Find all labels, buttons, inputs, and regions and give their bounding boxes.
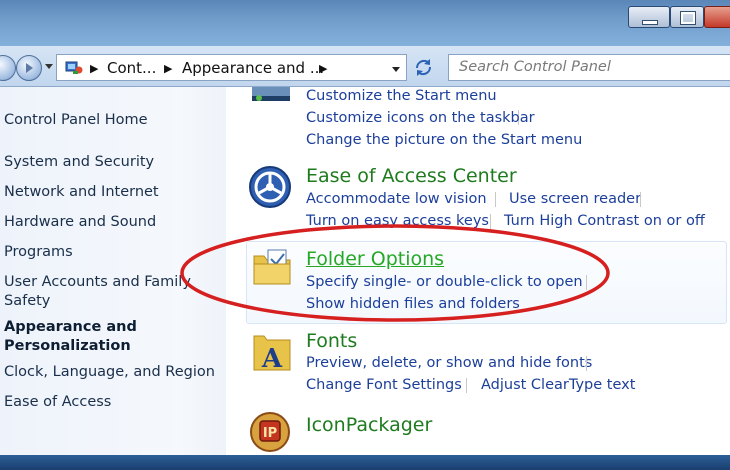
breadcrumb-separator[interactable]: ▶ bbox=[90, 62, 98, 75]
window-title-bar bbox=[0, 0, 730, 46]
link-use-screen-reader[interactable]: Use screen reader bbox=[509, 190, 641, 208]
sidebar-item-user-accounts[interactable]: User Accounts and Family Safety bbox=[4, 273, 191, 311]
minimize-button[interactable] bbox=[628, 6, 670, 28]
link-adjust-cleartype[interactable]: Adjust ClearType text bbox=[481, 376, 635, 394]
link-change-start-picture[interactable]: Change the picture on the Start menu bbox=[306, 131, 582, 149]
link-separator bbox=[490, 214, 491, 229]
sidebar-item-system-and-security[interactable]: System and Security bbox=[4, 153, 154, 172]
sidebar-item-control-panel-home[interactable]: Control Panel Home bbox=[4, 111, 148, 130]
section-title-ease-of-access[interactable]: Ease of Access Center bbox=[306, 165, 517, 187]
link-separator bbox=[586, 275, 587, 290]
breadcrumb[interactable]: ▶ Cont... ▶ Appearance and ... ▶ bbox=[56, 54, 407, 81]
link-separator bbox=[586, 356, 587, 371]
left-sidebar: Control Panel Home System and Security N… bbox=[0, 87, 226, 455]
svg-text:A: A bbox=[261, 344, 283, 374]
breadcrumb-item-appearance[interactable]: Appearance and ... bbox=[182, 59, 324, 77]
link-separator bbox=[640, 192, 641, 207]
breadcrumb-separator[interactable]: ▶ bbox=[319, 62, 327, 75]
link-customize-start-menu[interactable]: Customize the Start menu bbox=[306, 87, 497, 105]
sidebar-item-ease-of-access[interactable]: Ease of Access bbox=[4, 393, 111, 412]
sidebar-item-appearance-current: Appearance and Personalization bbox=[4, 318, 137, 356]
sidebar-item-hardware-and-sound[interactable]: Hardware and Sound bbox=[4, 213, 156, 232]
link-change-font-settings[interactable]: Change Font Settings bbox=[306, 376, 462, 394]
back-arrow-icon[interactable] bbox=[0, 55, 16, 81]
bottom-window-border bbox=[0, 455, 730, 470]
section-title-fonts[interactable]: Fonts bbox=[306, 330, 357, 352]
breadcrumb-separator[interactable]: ▶ bbox=[164, 62, 172, 75]
link-single-double-click[interactable]: Specify single- or double-click to open bbox=[306, 273, 583, 291]
link-separator bbox=[495, 192, 496, 207]
link-high-contrast[interactable]: Turn High Contrast on or off bbox=[504, 212, 705, 230]
search-box[interactable] bbox=[448, 54, 730, 81]
sidebar-item-clock-language-region[interactable]: Clock, Language, and Region bbox=[4, 363, 215, 382]
sidebar-item-label-cont: Personalization bbox=[4, 338, 131, 354]
sidebar-item-label: Appearance and bbox=[4, 319, 137, 335]
breadcrumb-dropdown[interactable] bbox=[392, 67, 400, 72]
link-customize-taskbar-icons[interactable]: Customize icons on the taskbar bbox=[306, 109, 535, 127]
link-accommodate-low-vision[interactable]: Accommodate low vision bbox=[306, 190, 487, 208]
link-easy-access-keys[interactable]: Turn on easy access keys bbox=[306, 212, 489, 230]
svg-text:IP: IP bbox=[263, 426, 277, 441]
sidebar-item-label-cont: Safety bbox=[4, 293, 51, 309]
sidebar-item-label: User Accounts and Family bbox=[4, 274, 191, 290]
forward-arrow-icon[interactable] bbox=[16, 55, 42, 81]
maximize-button[interactable] bbox=[670, 6, 704, 28]
control-panel-icon bbox=[65, 61, 83, 74]
search-input[interactable] bbox=[449, 55, 729, 79]
sidebar-item-programs[interactable]: Programs bbox=[4, 243, 73, 262]
link-separator bbox=[466, 378, 467, 393]
fonts-icon[interactable]: A bbox=[250, 330, 294, 374]
refresh-icon[interactable] bbox=[408, 54, 439, 81]
taskbar-icon bbox=[252, 87, 290, 101]
link-preview-fonts[interactable]: Preview, delete, or show and hide fonts bbox=[306, 354, 592, 372]
folder-options-icon[interactable] bbox=[250, 248, 294, 288]
breadcrumb-item-control-panel[interactable]: Cont... bbox=[107, 59, 156, 77]
ease-of-access-icon[interactable] bbox=[248, 165, 292, 209]
link-show-hidden-files[interactable]: Show hidden files and folders bbox=[306, 295, 520, 313]
section-title-folder-options[interactable]: Folder Options bbox=[306, 248, 444, 270]
recent-pages-dropdown[interactable] bbox=[45, 64, 53, 69]
sidebar-item-network-and-internet[interactable]: Network and Internet bbox=[4, 183, 159, 202]
iconpackager-icon[interactable]: IP bbox=[248, 410, 292, 452]
section-title-iconpackager[interactable]: IconPackager bbox=[306, 414, 432, 436]
close-button[interactable] bbox=[704, 6, 730, 28]
